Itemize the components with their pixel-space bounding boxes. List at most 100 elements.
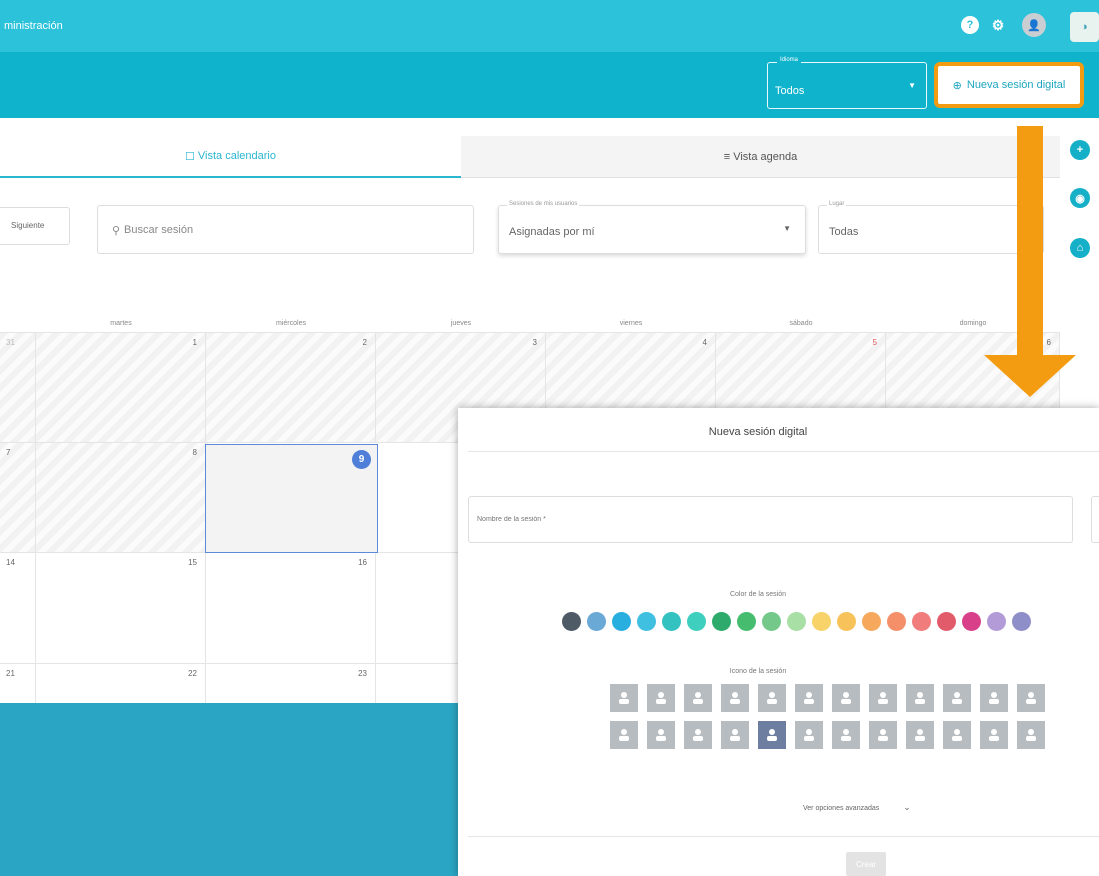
color-swatch[interactable]: [562, 612, 581, 631]
tab-calendar[interactable]: ☐ Vista calendario: [0, 136, 461, 178]
ear-icon[interactable]: [610, 721, 638, 749]
head-bubble-icon[interactable]: [647, 721, 675, 749]
color-swatch[interactable]: [687, 612, 706, 631]
user-avatar-icon[interactable]: 👤: [1022, 13, 1046, 37]
color-swatch[interactable]: [862, 612, 881, 631]
place-filter-value: Todas: [829, 226, 859, 238]
brain-side-icon[interactable]: [795, 684, 823, 712]
color-swatch[interactable]: [612, 612, 631, 631]
hand-wave-icon[interactable]: [721, 684, 749, 712]
color-swatch[interactable]: [887, 612, 906, 631]
heart-icon[interactable]: [943, 684, 971, 712]
color-swatch[interactable]: [637, 612, 656, 631]
settings-icon[interactable]: ⚙: [989, 16, 1007, 34]
weekday-header: viernes: [619, 319, 643, 327]
group-icon[interactable]: [869, 721, 897, 749]
next-label: Siguiente: [11, 221, 45, 230]
session-name-input[interactable]: [468, 496, 1073, 543]
head-idea-icon[interactable]: [647, 684, 675, 712]
weekday-header: sábado: [789, 319, 813, 327]
tab-agenda[interactable]: ≡ Vista agenda: [461, 136, 1060, 178]
weekday-header: jueves: [450, 319, 472, 327]
place-filter-label: Lugar: [827, 201, 847, 207]
list-icon: ≡: [723, 150, 731, 163]
day-number: 23: [358, 669, 367, 678]
new-session-button[interactable]: ⊕ Nueva sesión digital: [934, 62, 1084, 108]
create-button[interactable]: Crear: [846, 852, 886, 876]
eye-icon[interactable]: ◉: [1070, 188, 1090, 208]
search-icon: ⚲: [112, 225, 121, 237]
icon-caption: Icono de la sesión: [729, 668, 787, 675]
calendar-day-today[interactable]: 9: [205, 444, 378, 553]
color-swatch[interactable]: [762, 612, 781, 631]
icon-palette: [610, 684, 1099, 756]
caret-down-icon: ▼: [783, 224, 791, 233]
calendar-day[interactable]: 8: [36, 443, 206, 553]
more-icon[interactable]: [1017, 684, 1045, 712]
cutlery-icon[interactable]: [832, 721, 860, 749]
sessions-filter-value: Asignadas por mí: [509, 226, 595, 238]
alert-icon[interactable]: [721, 721, 749, 749]
calendar-day[interactable]: 15: [36, 553, 206, 664]
head-thought-icon[interactable]: [832, 684, 860, 712]
app-title: ministración: [4, 20, 63, 32]
color-swatch[interactable]: [962, 612, 981, 631]
color-swatch[interactable]: [837, 612, 856, 631]
calendar-day[interactable]: 22: [36, 664, 206, 703]
top-bar: ministración ? ⚙ 👤 ◑: [0, 0, 1099, 52]
color-swatch[interactable]: [937, 612, 956, 631]
search-input[interactable]: ⚲ Buscar sesión: [97, 205, 474, 254]
divider: [468, 451, 1099, 452]
day-number: 6: [1046, 338, 1051, 347]
tab-agenda-label: Vista agenda: [733, 150, 798, 163]
speech-icon[interactable]: [684, 684, 712, 712]
brain-icon[interactable]: [758, 684, 786, 712]
more-icon[interactable]: [1017, 721, 1045, 749]
place-filter-select[interactable]: Lugar Todas: [818, 201, 1044, 254]
day-number: 14: [6, 558, 15, 567]
advanced-options-toggle[interactable]: Ver opciones avanzadas ⌄: [803, 802, 911, 813]
bed-icon[interactable]: [795, 721, 823, 749]
calendar-day[interactable]: 31: [0, 333, 36, 443]
new-session-dialog: Nueva sesión digital Color de la sesión …: [458, 408, 1099, 876]
calendar-day[interactable]: 7: [0, 443, 36, 553]
color-swatch[interactable]: [912, 612, 931, 631]
color-swatch[interactable]: [787, 612, 806, 631]
color-swatch[interactable]: [987, 612, 1006, 631]
color-swatch[interactable]: [712, 612, 731, 631]
language-select[interactable]: Idioma Todos ▼: [767, 57, 927, 109]
walking-icon[interactable]: [758, 721, 786, 749]
session-extra-field[interactable]: [1091, 496, 1099, 543]
calendar-day[interactable]: 23: [206, 664, 376, 703]
session-name-field[interactable]: [469, 497, 1072, 542]
calendar-day[interactable]: 2: [206, 333, 376, 443]
hand-touch-icon[interactable]: [869, 684, 897, 712]
person-icon[interactable]: [610, 684, 638, 712]
color-swatch[interactable]: [812, 612, 831, 631]
color-palette: [562, 612, 1099, 632]
calendar-day[interactable]: 16: [206, 553, 376, 664]
building-icon[interactable]: [906, 684, 934, 712]
calendar-day[interactable]: 14: [0, 553, 36, 664]
sessions-filter-select[interactable]: Sesiones de mis usuarios Asignadas por m…: [498, 201, 806, 254]
help-icon[interactable]: ?: [961, 16, 979, 34]
day-number: 5: [872, 338, 877, 347]
color-swatch[interactable]: [737, 612, 756, 631]
color-swatch[interactable]: [587, 612, 606, 631]
day-number: 3: [532, 338, 537, 347]
next-button[interactable]: Siguiente: [0, 207, 70, 245]
chat-icon[interactable]: [943, 721, 971, 749]
color-swatch[interactable]: [1012, 612, 1031, 631]
color-swatch[interactable]: [662, 612, 681, 631]
advanced-options-label: Ver opciones avanzadas: [803, 805, 880, 812]
home-icon[interactable]: ⌂: [1070, 238, 1090, 258]
calendar-day[interactable]: 1: [36, 333, 206, 443]
head-gear-icon[interactable]: [980, 721, 1008, 749]
gift-icon[interactable]: [906, 721, 934, 749]
calendar-day[interactable]: 21: [0, 664, 36, 703]
user-add-icon[interactable]: +: [1070, 140, 1090, 160]
weekday-header: martes: [110, 319, 132, 327]
mask-icon[interactable]: [684, 721, 712, 749]
presentation-icon[interactable]: [980, 684, 1008, 712]
search-placeholder: Buscar sesión: [124, 224, 194, 236]
